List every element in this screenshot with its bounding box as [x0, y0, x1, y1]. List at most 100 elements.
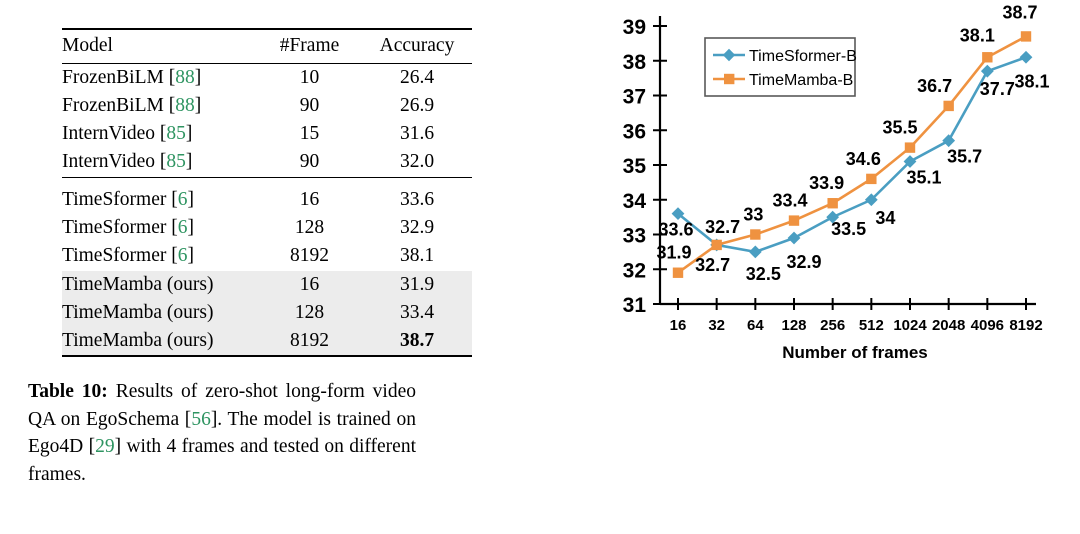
data-point-marker[interactable]: [788, 215, 800, 226]
cell-accuracy: 32.0: [399, 151, 435, 173]
data-label-timemamba: 31.9: [656, 243, 691, 263]
cell-frame: 128: [294, 217, 325, 239]
data-label-timemamba: 34.6: [846, 149, 881, 169]
table-row: FrozenBiLM [88] 90 26.9: [62, 92, 472, 120]
cell-model: TimeSformer [6]: [62, 189, 194, 211]
table-caption-citation-56[interactable]: 56: [191, 409, 211, 430]
table-group-divider: [62, 177, 472, 187]
legend-label[interactable]: TimeMamba-B: [749, 72, 853, 89]
x-axis-tick-label: 256: [820, 317, 845, 334]
y-axis-tick-label: 33: [623, 225, 646, 248]
citation-link[interactable]: 88: [175, 95, 195, 116]
data-point-marker[interactable]: [866, 173, 877, 185]
table-row: InternVideo [85] 15 31.6: [62, 120, 472, 148]
data-label-timemamba: 33.9: [809, 173, 844, 193]
x-axis-tick-label: 64: [747, 317, 764, 334]
y-axis-tick-label: 35: [623, 155, 647, 178]
data-point-marker[interactable]: [748, 245, 762, 259]
data-label-timemamba: 36.7: [917, 76, 952, 96]
citation-link[interactable]: 6: [178, 245, 188, 266]
legend-marker-square: [724, 73, 735, 85]
data-point-marker[interactable]: [711, 239, 722, 251]
cell-frame: 8192: [257, 327, 362, 357]
table-row: FrozenBiLM [88] 10 26.4: [62, 63, 472, 93]
cell-frame: 90: [299, 151, 320, 173]
table-panel: Model #Frame Accuracy FrozenBiLM [88] 10 2…: [0, 0, 530, 534]
table-caption: Table 10: Results of zero-shot long-form…: [28, 378, 416, 489]
table-row: TimeSformer [6] 8192 38.1: [62, 243, 472, 271]
x-axis-tick-label: 8192: [1009, 317, 1042, 334]
data-label-timesformer: 35.7: [947, 147, 982, 167]
table-row: TimeMamba (ours) 128 33.4: [62, 299, 472, 328]
y-axis-tick-label: 38: [623, 51, 647, 74]
table-header-row: Model #Frame Accuracy: [62, 29, 472, 64]
cell-accuracy: 38.7: [362, 327, 472, 357]
cell-accuracy: 26.4: [399, 66, 435, 88]
data-point-marker[interactable]: [672, 267, 684, 278]
table-body: FrozenBiLM [88] 10 26.4 FrozenBiLM [88] 90 26…: [62, 63, 472, 357]
data-label-timesformer: 33.5: [831, 219, 866, 239]
data-point-marker[interactable]: [750, 229, 761, 240]
data-point-marker[interactable]: [1019, 50, 1033, 64]
data-label-timesformer: 38.1: [1014, 71, 1049, 91]
citation-link[interactable]: 85: [166, 123, 186, 144]
data-label-timemamba: 33: [743, 205, 763, 225]
chart-svg-canvas: 31 32 33 34 35 36 37 38 39 16 32 64 128 256 512 1024 204…: [623, 2, 1050, 362]
cell-model: TimeSformer [6]: [62, 245, 194, 267]
y-axis-tick-label: 39: [623, 16, 646, 39]
data-point-marker[interactable]: [943, 100, 954, 112]
cell-frame: 90: [299, 94, 320, 116]
table-caption-citation-29[interactable]: 29: [95, 436, 115, 457]
cell-accuracy: 31.9: [362, 270, 472, 300]
column-header-frame: #Frame: [279, 35, 340, 56]
data-point-marker[interactable]: [787, 231, 801, 245]
cell-model: TimeMamba (ours): [62, 270, 257, 300]
results-table: Model #Frame Accuracy FrozenBiLM [88] 10 2…: [62, 28, 472, 357]
x-axis-tick-label: 2048: [932, 317, 965, 334]
data-point-marker[interactable]: [827, 198, 838, 209]
x-axis-title: Number of frames: [782, 343, 927, 362]
x-axis-tick-label: 16: [670, 317, 687, 334]
cell-model: FrozenBiLM [88]: [62, 66, 202, 88]
data-label-timemamba: 35.5: [882, 118, 917, 138]
cell-accuracy: 32.9: [399, 217, 435, 239]
column-header-model: Model: [62, 35, 113, 56]
data-point-marker[interactable]: [904, 142, 916, 153]
cell-model: TimeMamba (ours): [62, 299, 257, 328]
table-row: TimeSformer [6] 128 32.9: [62, 215, 472, 243]
x-axis-tick-label: 1024: [893, 317, 927, 334]
results-table-wrapper: Model #Frame Accuracy FrozenBiLM [88] 10 2…: [62, 28, 472, 357]
data-label-timesformer: 35.1: [906, 168, 941, 188]
data-point-marker[interactable]: [982, 52, 993, 63]
cell-accuracy: 31.6: [399, 122, 435, 144]
data-point-marker[interactable]: [980, 64, 994, 78]
x-axis-tick-label: 4096: [971, 317, 1004, 334]
legend-label[interactable]: TimeSformer-B: [749, 48, 857, 65]
y-axis-tick-label: 32: [623, 259, 646, 282]
table-caption-label: Table 10:: [28, 381, 108, 402]
cell-frame: 8192: [290, 245, 329, 267]
citation-link[interactable]: 88: [175, 67, 195, 88]
cell-model: InternVideo [85]: [62, 151, 193, 173]
table-row: TimeMamba (ours) 16 31.9: [62, 270, 472, 300]
y-axis-tick-label: 31: [623, 294, 647, 317]
table-head: Model #Frame Accuracy: [62, 29, 472, 64]
cell-frame: 15: [299, 122, 320, 144]
cell-model: TimeSformer [6]: [62, 217, 194, 239]
data-label-timesformer: 32.9: [786, 252, 821, 272]
citation-link[interactable]: 6: [178, 217, 188, 238]
data-label-timesformer: 33.6: [658, 220, 693, 240]
table-row: InternVideo [85] 90 32.0: [62, 148, 472, 177]
line-chart: 31 32 33 34 35 36 37 38 39 16 32 64 128 256 512 1024 204…: [530, 0, 1080, 372]
data-point-marker[interactable]: [942, 134, 956, 148]
data-point-marker[interactable]: [1020, 31, 1032, 42]
citation-link[interactable]: 85: [166, 151, 186, 172]
x-axis-tick-label: 32: [708, 317, 725, 334]
cell-frame: 128: [257, 299, 362, 328]
table-row: TimeMamba (ours) 8192 38.7: [62, 327, 472, 357]
data-label-timemamba: 32.7: [695, 255, 730, 275]
citation-link[interactable]: 6: [178, 189, 188, 210]
y-axis-tick-label: 36: [623, 120, 646, 143]
cell-accuracy: 33.4: [362, 299, 472, 328]
x-axis-tick-label: 128: [781, 317, 806, 334]
